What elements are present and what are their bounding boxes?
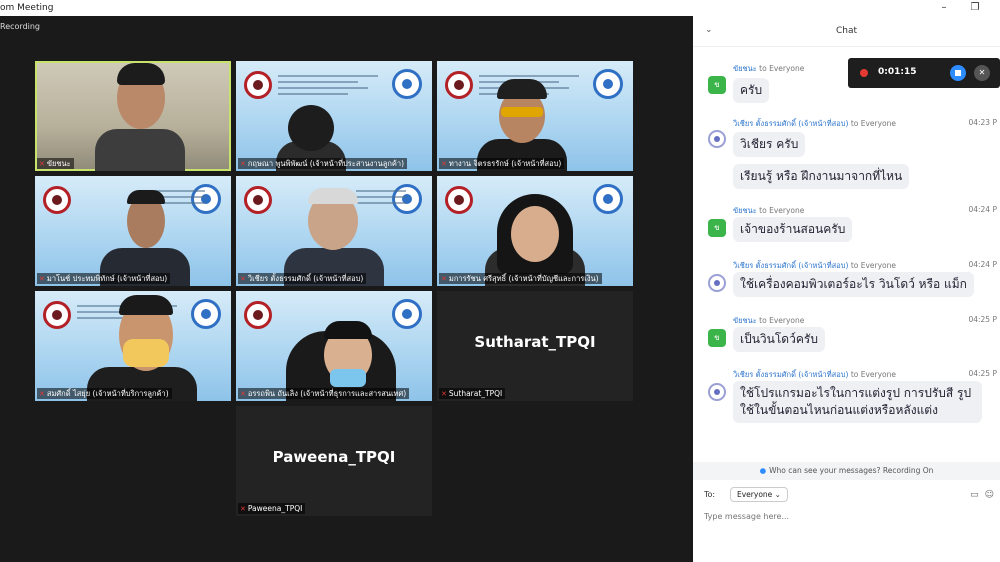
tpqi-logo-icon (593, 184, 623, 214)
mic-muted-icon: ✕ (240, 275, 246, 283)
message-time: 04:25 P (968, 315, 997, 324)
message-bubble: เจ้าของร้านสอนครับ (733, 217, 853, 242)
org-logo-icon (244, 186, 272, 214)
participant-name: ✕ สมศักดิ์ ไสยุ่ย (เจ้าหน้าที่บริการลูกค้… (37, 388, 172, 399)
mic-muted-icon: ✕ (39, 275, 45, 283)
mic-muted-icon: ✕ (39, 160, 45, 168)
tpqi-logo-icon (191, 299, 221, 329)
org-logo-icon (445, 186, 473, 214)
recording-timer: 0:01:15 (878, 67, 917, 77)
message-bubble: วิเชียร ครับ (733, 132, 806, 157)
participant-name: ✕ วิเชียร ตั้งธรรมศักดิ์ (เจ้าหน้าที่สอบ) (238, 273, 367, 284)
recording-indicator: Recording (0, 22, 41, 31)
org-logo-icon (244, 301, 272, 329)
avatar (708, 274, 726, 292)
mic-muted-icon: ✕ (441, 275, 447, 283)
tpqi-logo-icon (392, 69, 422, 99)
user-icon: ● (759, 466, 767, 475)
privacy-note[interactable]: ● Who can see your messages? Recording On (693, 462, 1000, 480)
message-bubble: ใช้โปรแกรมอะไรในการแต่งรูป การปรับสี รูป… (733, 381, 982, 423)
video-tile[interactable]: ✕ ขัยชนะ (35, 61, 231, 171)
message-time: 04:23 P (968, 118, 997, 127)
org-logo-icon (43, 301, 71, 329)
video-tile[interactable]: ✕ อรรถพิน ถันเลิง (เจ้าหน้าที่ธุรการและสา… (236, 291, 432, 401)
composer-tools: ▭ ☺ (964, 490, 994, 500)
video-tile[interactable]: ✕ กฤษณา พูนพิพัฒน์ (เจ้าหน้าที่ประสานงานล… (236, 61, 432, 171)
video-tile[interactable]: ✕ มการรัชน ศรีสุทธิ์ (เจ้าหน้าที่บัญชีและ… (437, 176, 633, 286)
video-gallery: Recording ✕ ขัยชนะ ✕ กฤษณา พูนพิพัฒน์ (เจ้… (0, 16, 693, 562)
message-time: 04:24 P (968, 205, 997, 214)
window-title: om Meeting (0, 3, 54, 13)
recipient-row: To: Everyone ⌄ (704, 487, 788, 502)
chat-panel: ⌄ Chat ขัยชนะ to Everyone ข ครับ วิเชียร… (693, 16, 1000, 562)
org-logo-icon (445, 71, 473, 99)
participant-name: ✕ อรรถพิน ถันเลิง (เจ้าหน้าที่ธุรการและสา… (238, 388, 410, 399)
stop-recording-button[interactable] (950, 65, 966, 81)
participant-name: ✕ มาโนช์ ประทมพิทักษ์ (เจ้าหน้าที่สอบ) (37, 273, 171, 284)
to-label: To: (704, 490, 716, 499)
message-sender: วิเชียร ตั้งธรรมศักดิ์ (เจ้าหน้าที่สอบ) … (733, 261, 897, 270)
recording-control-bar: 0:01:15 ✕ (848, 58, 1000, 88)
recording-dot-icon (860, 69, 868, 77)
avatar (708, 130, 726, 148)
participant-name: ✕ Sutharat_TPQI (439, 388, 506, 399)
video-tile[interactable]: Paweena_TPQI ✕ Paweena_TPQI (236, 406, 432, 516)
message-sender: วิเชียร ตั้งธรรมศักดิ์ (เจ้าหน้าที่สอบ) … (733, 370, 897, 379)
org-logo-icon (244, 71, 272, 99)
participant-display-name: Paweena_TPQI (272, 448, 396, 466)
mic-muted-icon: ✕ (240, 505, 246, 513)
org-logo-icon (43, 186, 71, 214)
message-time: 04:25 P (968, 369, 997, 378)
participant-name: ✕ ทางาน จิตรธรรักษ์ (เจ้าหน้าที่สอบ) (439, 158, 565, 169)
chat-header: ⌄ Chat (693, 16, 1000, 47)
avatar: ข (708, 219, 726, 237)
message-input[interactable] (704, 509, 984, 523)
message-bubble: ใช้เครื่องคอมพิวเตอร์อะไร วินโดว์ หรือ แ… (733, 272, 974, 297)
message-sender: ขัยชนะ to Everyone (733, 316, 805, 325)
tpqi-logo-icon (392, 299, 422, 329)
banner-text (278, 75, 378, 99)
window-titlebar: om Meeting – ❐ (0, 0, 1000, 16)
video-tile[interactable]: ✕ สมศักดิ์ ไสยุ่ย (เจ้าหน้าที่บริการลูกค้… (35, 291, 231, 401)
participant-name: ✕ Paweena_TPQI (238, 503, 306, 514)
message-time: 04:24 P (968, 260, 997, 269)
emoji-icon[interactable]: ☺ (985, 490, 994, 500)
video-tile[interactable]: ✕ ทางาน จิตรธรรักษ์ (เจ้าหน้าที่สอบ) (437, 61, 633, 171)
banner-text (356, 190, 406, 208)
recipient-select[interactable]: Everyone ⌄ (730, 487, 788, 502)
message-bubble: ครับ (733, 78, 770, 103)
participant-name: ✕ กฤษณา พูนพิพัฒน์ (เจ้าหน้าที่ประสานงานล… (238, 158, 408, 169)
mic-muted-icon: ✕ (441, 160, 447, 168)
message-sender: วิเชียร ตั้งธรรมศักดิ์ (เจ้าหน้าที่สอบ) … (733, 119, 897, 128)
avatar (708, 383, 726, 401)
participant-display-name: Sutharat_TPQI (474, 333, 596, 351)
minimize-button[interactable]: – (933, 0, 955, 16)
participant-name: ✕ ขัยชนะ (37, 158, 74, 169)
mic-muted-icon: ✕ (240, 390, 246, 398)
video-tile[interactable]: ✕ วิเชียร ตั้งธรรมศักดิ์ (เจ้าหน้าที่สอบ) (236, 176, 432, 286)
avatar: ข (708, 76, 726, 94)
mic-muted-icon: ✕ (441, 390, 447, 398)
participant-name: ✕ มการรัชน ศรีสุทธิ์ (เจ้าหน้าที่บัญชีและ… (439, 273, 602, 284)
message-sender: ขัยชนะ to Everyone (733, 206, 805, 215)
message-sender: ขัยชนะ to Everyone (733, 64, 805, 73)
mic-muted-icon: ✕ (39, 390, 45, 398)
message-bubble: เรียนรู้ หรือ ฝึกงานมาจากที่ไหน (733, 164, 910, 189)
video-tile[interactable]: ✕ มาโนช์ ประทมพิทักษ์ (เจ้าหน้าที่สอบ) (35, 176, 231, 286)
mic-muted-icon[interactable]: ✕ (974, 65, 990, 81)
file-icon[interactable]: ▭ (970, 490, 979, 500)
tpqi-logo-icon (593, 69, 623, 99)
video-tile[interactable]: Sutharat_TPQI ✕ Sutharat_TPQI (437, 291, 633, 401)
avatar: ข (708, 329, 726, 347)
restore-button[interactable]: ❐ (964, 0, 986, 16)
chat-title: Chat (835, 26, 858, 36)
mic-muted-icon: ✕ (240, 160, 246, 168)
message-bubble: เป็นวินโดว์ครับ (733, 327, 825, 352)
